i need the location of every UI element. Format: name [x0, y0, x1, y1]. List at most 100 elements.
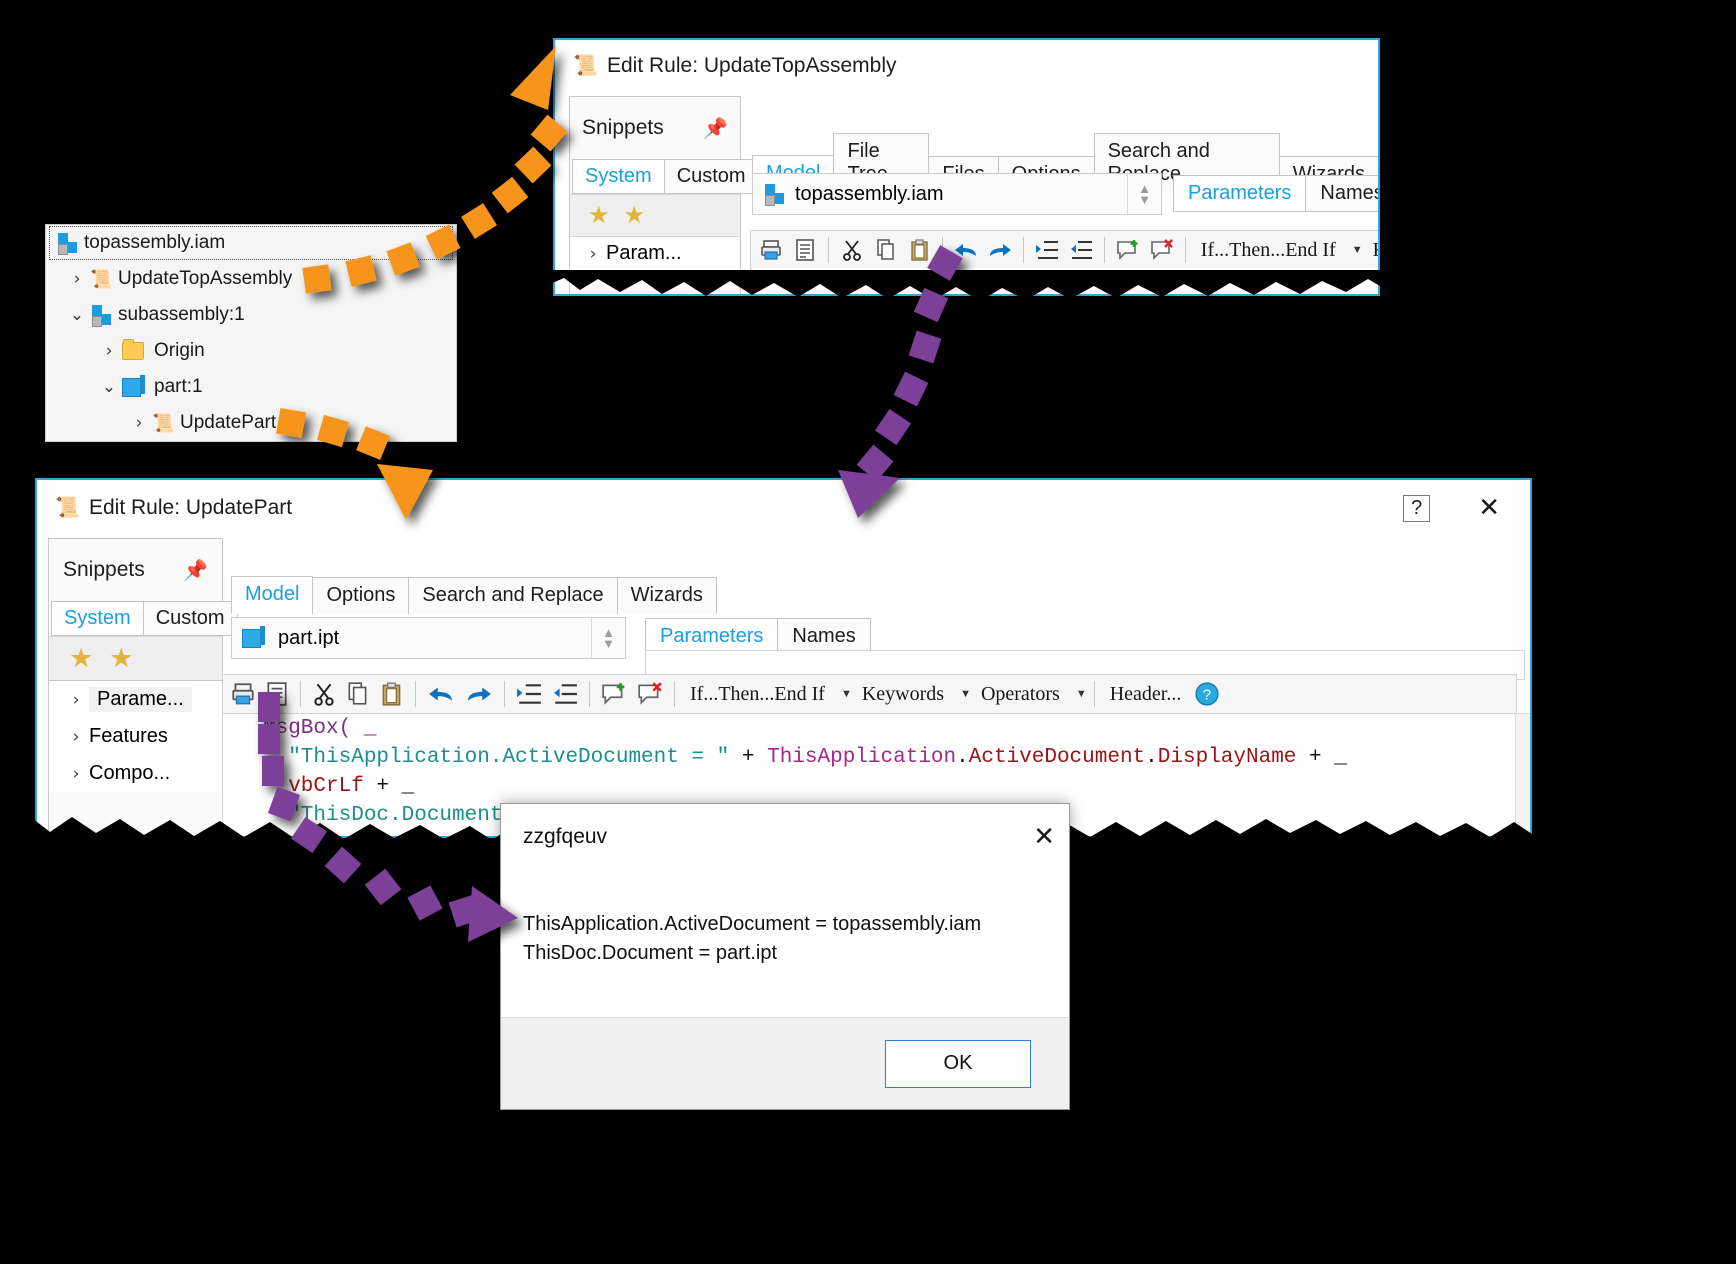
chevron-right-icon[interactable]: › — [126, 413, 152, 433]
assembly-icon — [56, 232, 78, 255]
chevron-right-icon[interactable]: › — [580, 244, 606, 264]
tree-item-label: UpdateTopAssembly — [118, 268, 293, 289]
close-icon[interactable]: ✕ — [1478, 495, 1500, 521]
toolbar-separator — [1093, 681, 1095, 707]
operators-dropdown[interactable]: Operators — [973, 683, 1068, 706]
tab-wizards[interactable]: Wizards — [616, 577, 717, 614]
help-circle-icon[interactable]: ? — [1191, 678, 1223, 710]
cut-icon[interactable] — [308, 678, 340, 710]
help-icon[interactable]: ? — [1403, 494, 1431, 522]
code-text: MsgBox( _ — [263, 717, 377, 740]
snippet-group-features[interactable]: Features — [89, 725, 168, 748]
chevron-right-icon[interactable]: › — [63, 690, 89, 710]
tab-system[interactable]: System — [51, 601, 144, 636]
tab-model[interactable]: Model — [231, 576, 314, 614]
message-box-dialog[interactable]: zzgfqeuv ✕ ThisApplication.ActiveDocumen… — [500, 803, 1070, 1110]
chevron-right-icon[interactable]: › — [64, 269, 90, 289]
star-edit-icon[interactable]: ★ — [109, 643, 133, 674]
indent-icon[interactable] — [512, 678, 546, 710]
toolbar-separator — [300, 681, 301, 707]
tree-item-updatepart[interactable]: › 📜 UpdatePart — [46, 405, 456, 441]
chevron-right-icon[interactable]: › — [63, 727, 89, 747]
print-icon[interactable] — [755, 234, 787, 266]
snippet-group-parameters[interactable]: Param... — [606, 242, 682, 265]
chevron-down-icon[interactable]: ▼ — [960, 688, 971, 700]
print-icon[interactable] — [227, 678, 259, 710]
pin-icon[interactable]: 📌 — [703, 116, 728, 141]
redo-icon[interactable] — [984, 234, 1016, 266]
if-then-endif-dropdown[interactable]: If...Then...End If — [682, 683, 833, 706]
keywords-dropdown[interactable]: Keywords — [854, 683, 952, 706]
cut-icon[interactable] — [836, 234, 868, 266]
paste-icon[interactable] — [376, 678, 408, 710]
snippet-group-components[interactable]: Compo... — [89, 762, 170, 785]
tree-item-label: part:1 — [154, 376, 203, 397]
if-then-endif-dropdown[interactable]: If...Then...End If — [1193, 239, 1344, 262]
indent-icon[interactable] — [1031, 234, 1063, 266]
window-titlebar: 📜 Edit Rule: UpdatePart ? ✕ — [37, 480, 1530, 536]
toolbar-separator — [589, 681, 590, 707]
comment-add-icon[interactable] — [597, 678, 631, 710]
comment-remove-icon[interactable] — [1146, 234, 1178, 266]
chevron-down-icon[interactable]: ▼ — [1352, 244, 1363, 256]
undo-icon[interactable] — [950, 234, 982, 266]
tree-item-subassembly[interactable]: ⌄ subassembly:1 — [46, 297, 456, 333]
list-icon[interactable] — [261, 678, 293, 710]
outdent-icon[interactable] — [1065, 234, 1097, 266]
edit-rule-updatepart-window[interactable]: 📜 Edit Rule: UpdatePart ? ✕ Snippets 📌 S… — [35, 478, 1532, 838]
toolbar-separator — [1104, 237, 1106, 263]
list-icon[interactable] — [789, 234, 821, 266]
assembly-icon — [90, 304, 112, 327]
chevron-right-icon[interactable]: › — [63, 764, 89, 784]
parameter-tabstrip[interactable]: Parameters Names — [1173, 175, 1378, 212]
tree-item-origin[interactable]: › Origin — [46, 333, 456, 369]
snippet-group-parameters[interactable]: Parame... — [89, 687, 192, 712]
tree-item-topassembly[interactable]: topassembly.iam — [48, 225, 454, 261]
header-dropdown[interactable]: Header... — [1102, 683, 1190, 706]
tab-names[interactable]: Names — [1305, 175, 1378, 212]
star-icon[interactable]: ★ — [588, 201, 610, 230]
code-toolbar[interactable]: If...Then...End If ▼ Keywords ▼ Operator… — [222, 674, 1517, 714]
tree-item-label: subassembly:1 — [118, 304, 245, 325]
comment-add-icon[interactable] — [1112, 234, 1144, 266]
pin-icon[interactable]: 📌 — [183, 558, 208, 583]
model-browser-tree[interactable]: topassembly.iam › 📜 UpdateTopAssembly ⌄ … — [45, 224, 457, 442]
copy-icon[interactable] — [870, 234, 902, 266]
chevron-down-icon[interactable]: ⌄ — [64, 305, 90, 325]
code-line: vbCrLf + _ — [263, 775, 415, 798]
tab-system[interactable]: System — [572, 159, 665, 194]
tab-search-and-replace[interactable]: Search and Replace — [408, 577, 618, 614]
document-selector[interactable]: part.ipt ▲ ▼ — [231, 617, 626, 659]
ok-button[interactable]: OK — [885, 1039, 1031, 1088]
chevron-right-icon[interactable]: › — [96, 341, 122, 361]
comment-remove-icon[interactable] — [633, 678, 667, 710]
toolbar-separator — [827, 237, 829, 263]
redo-icon[interactable] — [461, 678, 497, 710]
tab-options[interactable]: Options — [312, 577, 410, 614]
copy-icon[interactable] — [342, 678, 374, 710]
edit-rule-updatetopassembly-window[interactable]: 📜 Edit Rule: UpdateTopAssembly Snippets … — [553, 38, 1380, 296]
tab-parameters[interactable]: Parameters — [1173, 175, 1307, 212]
code-toolbar[interactable]: If...Then...End If ▼ Keywor — [750, 230, 1378, 270]
chevron-down-icon[interactable]: ▼ — [841, 688, 852, 700]
tree-item-part[interactable]: ⌄ part:1 — [46, 369, 456, 405]
window-title: Edit Rule: UpdatePart — [89, 496, 293, 519]
tab-custom[interactable]: Custom — [663, 159, 759, 194]
tab-custom[interactable]: Custom — [142, 601, 238, 636]
star-icon[interactable]: ★ — [69, 643, 93, 674]
outdent-icon[interactable] — [548, 678, 582, 710]
paste-icon[interactable] — [904, 234, 936, 266]
chevron-down-icon[interactable]: ▼ — [1076, 688, 1087, 700]
rule-icon: 📜 — [90, 269, 113, 289]
document-spinner[interactable]: ▲ ▼ — [1127, 174, 1161, 214]
star-edit-icon[interactable]: ★ — [624, 201, 646, 230]
main-tabstrip[interactable]: Model Options Search and Replace Wizards — [231, 576, 717, 614]
document-selector[interactable]: topassembly.iam ▲ ▼ — [752, 173, 1162, 215]
undo-icon[interactable] — [423, 678, 459, 710]
tree-item-updatetopassembly[interactable]: › 📜 UpdateTopAssembly — [46, 261, 456, 297]
chevron-down-icon[interactable]: ⌄ — [96, 377, 122, 397]
document-spinner[interactable]: ▲ ▼ — [591, 618, 625, 658]
snippets-panel: Snippets 📌 System Custom ★ ★ › Param... — [569, 96, 759, 294]
close-icon[interactable]: ✕ — [1033, 824, 1055, 850]
keywords-dropdown[interactable]: Keywor — [1365, 239, 1378, 262]
